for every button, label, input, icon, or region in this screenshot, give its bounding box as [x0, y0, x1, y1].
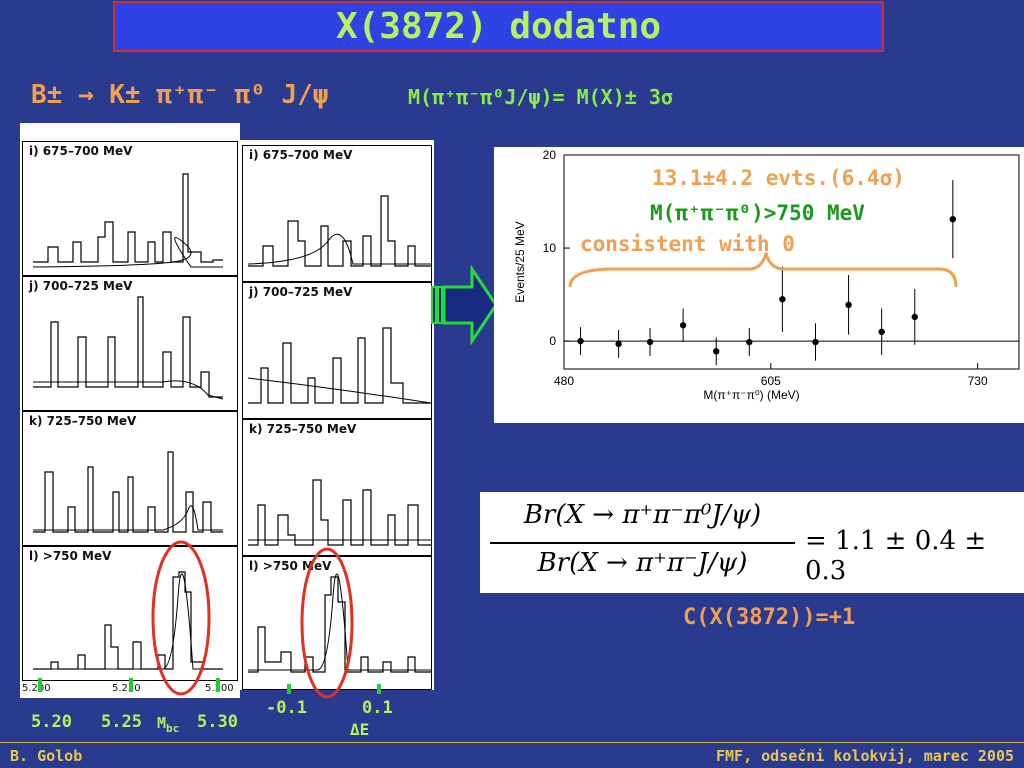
footer: B. Golob FMF, odsečni kolokvij, marec 20…	[0, 742, 1024, 768]
fraction-bar	[490, 542, 795, 544]
x-tick-label: 730	[968, 374, 988, 388]
signal-ellipse-de	[300, 547, 354, 699]
annotation-consistent: consistent with 0	[580, 232, 795, 256]
y-tick-label: 20	[543, 148, 557, 162]
data-point	[746, 338, 753, 346]
ratio-numerator: Br(X → π⁺π⁻π⁰J/ψ)	[523, 500, 762, 530]
c-parity: C(X(3872))=+1	[683, 605, 856, 630]
curly-brace	[568, 252, 958, 288]
implies-arrow	[430, 264, 500, 349]
mass-spectrum-chart: 480 605 730 0 10 20 M(π⁺π⁻π⁰) (MeV) Events/25 M…	[494, 147, 1024, 423]
y-tick-label: 10	[543, 241, 557, 255]
annotation-signal: 13.1±4.2 evts.(6.4σ)	[652, 166, 905, 190]
chart-svg: 480 605 730 0 10 20 M(π⁺π⁻π⁰) (MeV) Events/25 M…	[513, 148, 1020, 402]
data-point	[878, 328, 885, 335]
ratio-result: = 1.1 ± 0.4 ± 0.3	[805, 526, 987, 586]
data-point	[845, 301, 852, 308]
annotation-cut: M(π⁺π⁻π⁰)>750 MeV	[650, 201, 865, 225]
y-tick-label: 0	[549, 334, 556, 348]
right-arrow-icon	[431, 264, 498, 346]
data-point	[779, 296, 786, 303]
ratio-denominator: Br(X → π⁺π⁻J/ψ)	[537, 548, 748, 578]
data-point	[812, 338, 819, 346]
footer-event: FMF, odsečni kolokvij, marec 2005	[715, 747, 1014, 765]
data-point	[679, 322, 687, 329]
data-point	[615, 340, 622, 348]
x-axis-label: M(π⁺π⁻π⁰) (MeV)	[703, 388, 799, 402]
x-tick-label: 605	[761, 374, 781, 388]
data-point	[713, 348, 720, 355]
data-point	[577, 337, 584, 345]
data-point	[646, 338, 654, 346]
signal-ellipse-mbc	[151, 540, 211, 696]
footer-author: B. Golob	[10, 747, 83, 765]
branching-ratio: Br(X → π⁺π⁻π⁰J/ψ) Br(X → π⁺π⁻J/ψ) = 1.1 …	[480, 492, 1024, 593]
data-point	[911, 313, 918, 321]
x-tick-label: 480	[554, 374, 574, 388]
data-point	[949, 216, 957, 223]
y-axis-label: Events/25 MeV	[513, 221, 527, 302]
